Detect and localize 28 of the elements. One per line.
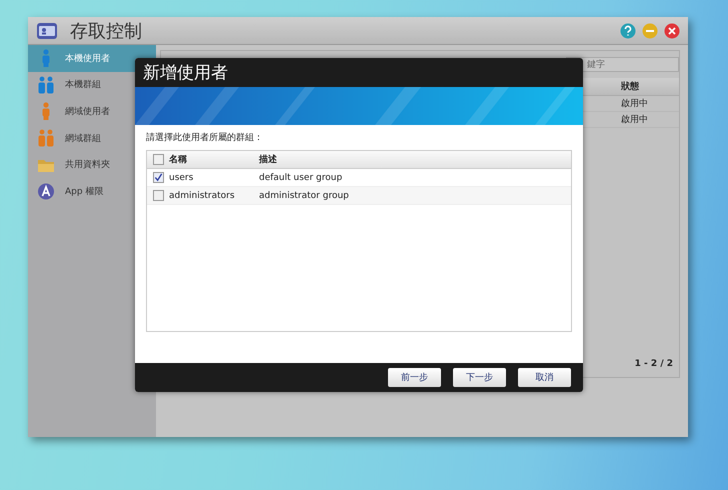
row-checkbox[interactable] (152, 172, 164, 183)
table-cell: administrator group (259, 190, 349, 200)
table-cell-text: administrators (169, 190, 236, 200)
dialog-button[interactable]: 前一步 (388, 368, 441, 387)
window-title: 存取控制 (70, 20, 142, 42)
column-header: 描述 (259, 153, 277, 166)
table-cell: default user group (259, 172, 342, 182)
row-checkbox[interactable] (152, 190, 164, 201)
table-cell-text: users (169, 172, 194, 182)
select-all-checkbox[interactable] (152, 154, 164, 165)
id-card-icon (36, 22, 58, 40)
table-cell-text: 啟用中 (621, 98, 649, 110)
sidebar-item[interactable]: 網域使用者 (28, 98, 156, 125)
people-icon (37, 76, 55, 94)
sidebar-item[interactable]: App 權限 (28, 178, 156, 205)
people-icon (37, 129, 55, 148)
column-header: 狀態 (621, 80, 640, 93)
minimize-icon[interactable] (642, 22, 658, 38)
dialog-button[interactable]: 下一步 (453, 368, 506, 387)
table-cell-text: 啟用中 (621, 114, 649, 126)
sidebar-item[interactable]: 共用資料夾 (28, 151, 156, 178)
close-icon[interactable] (664, 22, 680, 38)
prompt-text: 請選擇此使用者所屬的群組： (146, 132, 264, 144)
dialog-button[interactable]: 取消 (518, 368, 571, 387)
app-icon (37, 182, 55, 200)
page-count: 1 - 2 / 2 (634, 359, 673, 369)
help-icon[interactable] (620, 22, 636, 38)
column-header: 名稱 (169, 154, 188, 166)
